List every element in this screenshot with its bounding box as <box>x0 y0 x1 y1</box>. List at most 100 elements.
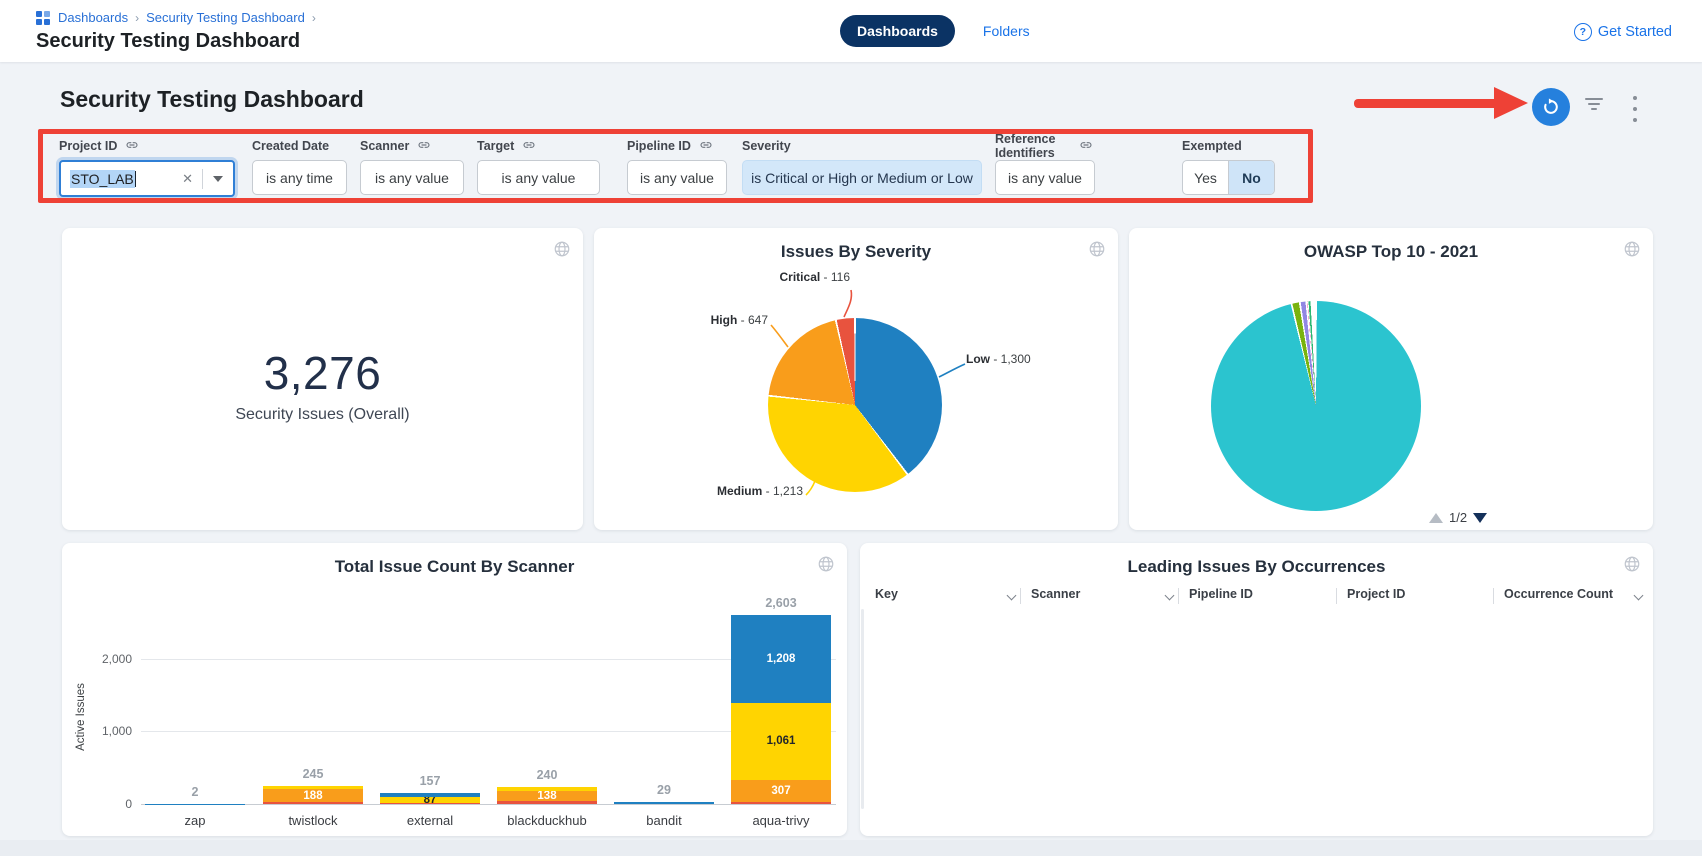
annotation-arrow-head <box>1494 87 1528 119</box>
toggle-option-yes[interactable]: Yes <box>1183 161 1228 194</box>
severity-pie-chart[interactable] <box>768 318 942 492</box>
filter-reference-identifiers: Reference Identifiersis any value <box>995 134 1093 154</box>
sort-chevron-icon[interactable] <box>1007 591 1017 601</box>
sort-chevron-icon[interactable] <box>1165 591 1175 601</box>
dashboard-menu-button[interactable] <box>1630 94 1640 124</box>
bar-segment-low-bandit[interactable] <box>614 802 714 804</box>
column-header-scanner[interactable]: Scanner <box>1031 587 1080 601</box>
clear-icon[interactable]: ✕ <box>173 171 202 187</box>
breadcrumb-separator: › <box>312 11 316 25</box>
column-header-label: Project ID <box>1347 587 1405 601</box>
bar-category-label: bandit <box>604 813 724 828</box>
dashboard-title: Security Testing Dashboard <box>60 86 364 113</box>
bar-segment-value: 138 <box>537 791 556 801</box>
toggle-option-no[interactable]: No <box>1228 161 1274 194</box>
y-axis-label: Active Issues <box>75 662 87 772</box>
tab-dashboards[interactable]: Dashboards <box>840 15 955 47</box>
link-icon <box>1079 138 1093 155</box>
table-scrollbar[interactable] <box>861 609 864 809</box>
page-up-icon[interactable] <box>1429 513 1443 523</box>
dashboard-filter-button[interactable] <box>1583 98 1605 116</box>
chevron-down-icon[interactable] <box>213 176 223 182</box>
filter-label-pipeline-id: Pipeline ID <box>627 138 725 154</box>
breadcrumb-item[interactable]: Dashboards <box>58 10 128 25</box>
bar-total-label: 240 <box>477 768 617 782</box>
bar-segment-low-external[interactable] <box>380 793 480 797</box>
bar-segment-high-blackduckhub[interactable]: 138 <box>497 791 597 801</box>
card-security-issues-overall: 3,276 Security Issues (Overall) <box>62 228 583 530</box>
combobox-divider <box>202 169 203 189</box>
filter-label-text: Exempted <box>1182 139 1242 153</box>
combobox-value: STO_LAB <box>70 170 135 188</box>
filter-label-text: Created Date <box>252 139 329 153</box>
bar-segment-critical-blackduckhub[interactable] <box>497 801 597 804</box>
bar-segment-medium-aqua-trivy[interactable]: 1,061 <box>731 703 831 780</box>
tab-folders[interactable]: Folders <box>983 15 1030 47</box>
bar-segment-medium-twistlock[interactable] <box>263 786 363 789</box>
filter-button-scanner[interactable]: is any value <box>360 160 464 195</box>
column-header-label: Key <box>875 587 898 601</box>
refresh-icon <box>1541 97 1561 117</box>
get-started-link[interactable]: ? Get Started <box>1574 23 1672 41</box>
pie-label-critical: Critical - 116 <box>780 270 850 284</box>
card-owasp-top10: OWASP Top 10 - 2021 1/2 <box>1129 228 1653 530</box>
pie-label-medium: Medium - 1,213 <box>717 484 803 498</box>
column-header-key[interactable]: Key <box>875 587 898 601</box>
page-down-icon[interactable] <box>1473 513 1487 523</box>
owasp-pie-chart[interactable] <box>1211 301 1421 511</box>
bar-segment-high-aqua-trivy[interactable]: 307 <box>731 780 831 802</box>
filter-scanner: Scanneris any value <box>360 134 462 154</box>
owasp-pagination: 1/2 <box>1429 510 1487 525</box>
column-header-label: Pipeline ID <box>1189 587 1253 601</box>
card-leading-issues-by-occurrences: Leading Issues By Occurrences KeyScanner… <box>860 543 1653 836</box>
bar-segment-low-aqua-trivy[interactable]: 1,208 <box>731 615 831 703</box>
filter-label-created-date: Created Date <box>252 138 345 154</box>
link-icon <box>417 138 431 155</box>
filter-row: Project IDSTO_LAB✕Created Dateis any tim… <box>43 134 1308 198</box>
annotation-arrow <box>1354 99 1500 108</box>
y-tick-label: 0 <box>88 797 132 811</box>
filter-label-text: Reference Identifiers <box>995 132 1071 160</box>
dashboards-grid-icon <box>36 11 50 25</box>
page-title: Security Testing Dashboard <box>36 30 300 53</box>
top-header-bar: Dashboards›Security Testing Dashboard› S… <box>0 0 1702 62</box>
breadcrumb-item[interactable]: Security Testing Dashboard <box>146 10 305 25</box>
filter-control-project-id: STO_LAB ✕ <box>59 160 231 193</box>
filter-pipeline-id: Pipeline IDis any value <box>627 134 725 154</box>
bar-segment-high-twistlock[interactable]: 188 <box>263 789 363 803</box>
filter-button-pipeline-id[interactable]: is any value <box>627 160 727 195</box>
filter-button-created-date[interactable]: is any time <box>252 160 347 195</box>
header-tabs: Dashboards Folders <box>840 15 1030 47</box>
bar-total-label: 29 <box>594 783 734 797</box>
filter-label-exempted: Exempted <box>1182 138 1273 154</box>
bar-category-label: external <box>370 813 490 828</box>
exempted-toggle: YesNo <box>1182 160 1275 195</box>
bar-segment-value: 1,061 <box>767 735 796 747</box>
project-id-combobox[interactable]: STO_LAB ✕ <box>59 160 235 197</box>
scanner-chart-title: Total Issue Count By Scanner <box>62 557 847 577</box>
sort-chevron-icon[interactable] <box>1634 591 1644 601</box>
filter-control-exempted: YesNo <box>1182 160 1273 193</box>
bar-segment-critical-aqua-trivy[interactable] <box>731 802 831 804</box>
filter-exempted: ExemptedYesNo <box>1182 134 1273 154</box>
bar-segment-medium-blackduckhub[interactable] <box>497 787 597 791</box>
card-total-issue-count-by-scanner: Total Issue Count By Scanner Active Issu… <box>62 543 847 836</box>
bar-segment-value: 1,208 <box>767 653 796 665</box>
bar-total-label: 2 <box>125 785 265 799</box>
filter-button-severity[interactable]: is Critical or High or Medium or Low <box>742 160 982 195</box>
overall-count-value: 3,276 <box>62 346 583 400</box>
filter-label-reference-identifiers: Reference Identifiers <box>995 138 1093 154</box>
column-header-label: Occurrence Count <box>1504 587 1613 601</box>
filter-button-reference-identifiers[interactable]: is any value <box>995 160 1095 195</box>
bar-segment-medium-external[interactable]: 87 <box>380 797 480 803</box>
page-indicator: 1/2 <box>1449 510 1467 525</box>
column-header-occurrence-count[interactable]: Occurrence Count <box>1504 587 1613 601</box>
x-axis-line <box>141 804 836 805</box>
filter-button-target[interactable]: is any value <box>477 160 600 195</box>
pie-label-low: Low - 1,300 <box>966 352 1031 366</box>
bar-category-label: twistlock <box>253 813 373 828</box>
owasp-chart-title: OWASP Top 10 - 2021 <box>1129 242 1653 262</box>
bar-segment-critical-twistlock[interactable] <box>263 802 363 804</box>
bar-segment-critical-external[interactable] <box>380 803 480 804</box>
refresh-button[interactable] <box>1532 88 1570 126</box>
